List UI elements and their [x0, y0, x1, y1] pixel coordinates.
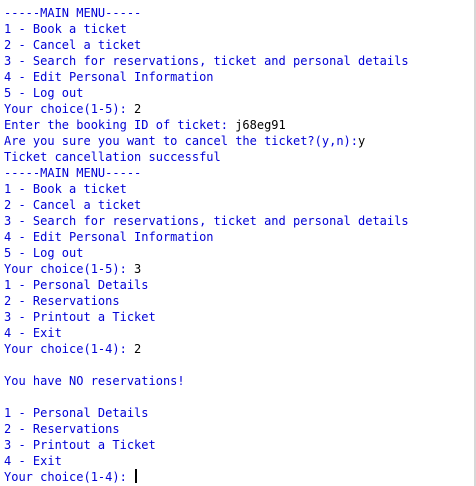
- console-text: -----MAIN MENU-----: [4, 166, 142, 180]
- console-output[interactable]: -----MAIN MENU----- 1 - Book a ticket 2 - …: [4, 5, 474, 485]
- console-text: You have NO reservations!: [4, 374, 185, 388]
- console-text: 4 - Exit: [4, 454, 62, 468]
- console-line: 1 - Personal Details: [4, 277, 474, 293]
- console-text: 4 - Edit Personal Information: [4, 230, 214, 244]
- console-text: 3 - Search for reservations, ticket and …: [4, 214, 409, 228]
- console-text: 4 - Edit Personal Information: [4, 70, 214, 84]
- user-input-text: 2: [134, 102, 142, 116]
- console-line: 4 - Exit: [4, 325, 474, 341]
- console-text: Your choice(1-4):: [4, 342, 135, 356]
- console-text: 3 - Search for reservations, ticket and …: [4, 54, 409, 68]
- console-line: Are you sure you want to cancel the tick…: [4, 133, 474, 149]
- console-line: 3 - Search for reservations, ticket and …: [4, 53, 474, 69]
- console-line: 2 - Cancel a ticket: [4, 197, 474, 213]
- console-line: 2 - Reservations: [4, 293, 474, 309]
- console-line: Enter the booking ID of ticket: j68eg91: [4, 117, 474, 133]
- console-line: 3 - Printout a Ticket: [4, 437, 474, 453]
- console-text: -----MAIN MENU-----: [4, 6, 142, 20]
- console-text: Ticket cancellation successful: [4, 150, 221, 164]
- console-line: Your choice(1-4): 2: [4, 341, 474, 357]
- console-text: 4 - Exit: [4, 326, 62, 340]
- console-text: 3 - Printout a Ticket: [4, 310, 156, 324]
- console-line: -----MAIN MENU-----: [4, 165, 474, 181]
- console-line: 5 - Log out: [4, 85, 474, 101]
- console-line: -----MAIN MENU-----: [4, 5, 474, 21]
- console-text: Your choice(1-4):: [4, 470, 135, 484]
- console-line: 4 - Edit Personal Information: [4, 69, 474, 85]
- console-text: Your choice(1-5):: [4, 102, 135, 116]
- console-text: Enter the booking ID of ticket:: [4, 118, 236, 132]
- console-text: 1 - Book a ticket: [4, 22, 127, 36]
- console-text: 2 - Cancel a ticket: [4, 198, 142, 212]
- console-line: You have NO reservations!: [4, 373, 474, 389]
- console-text: 2 - Reservations: [4, 294, 120, 308]
- user-input-text: y: [358, 134, 366, 148]
- console-line: Ticket cancellation successful: [4, 149, 474, 165]
- user-input-text: 3: [134, 262, 142, 276]
- console-text: 1 - Personal Details: [4, 278, 149, 292]
- console-line: 3 - Printout a Ticket: [4, 309, 474, 325]
- console-input-line[interactable]: Your choice(1-4):: [4, 469, 474, 485]
- console-text: 1 - Book a ticket: [4, 182, 127, 196]
- console-line: 4 - Exit: [4, 453, 474, 469]
- console-line: Your choice(1-5): 3: [4, 261, 474, 277]
- console-line: 4 - Edit Personal Information: [4, 229, 474, 245]
- console-line: 5 - Log out: [4, 245, 474, 261]
- console-text: 2 - Cancel a ticket: [4, 38, 142, 52]
- console-text: 2 - Reservations: [4, 422, 120, 436]
- console-line: 1 - Book a ticket: [4, 21, 474, 37]
- text-cursor[interactable]: [135, 469, 138, 483]
- console-line: 1 - Personal Details: [4, 405, 474, 421]
- user-input-text: j68eg91: [235, 118, 286, 132]
- console-text: Are you sure you want to cancel the tick…: [4, 134, 359, 148]
- console-line: 1 - Book a ticket: [4, 181, 474, 197]
- console-line: 2 - Cancel a ticket: [4, 37, 474, 53]
- console-text: 5 - Log out: [4, 246, 84, 260]
- console-text: Your choice(1-5):: [4, 262, 135, 276]
- console-text: 5 - Log out: [4, 86, 84, 100]
- console-text: 1 - Personal Details: [4, 406, 149, 420]
- console-line: 3 - Search for reservations, ticket and …: [4, 213, 474, 229]
- console-text: 3 - Printout a Ticket: [4, 438, 156, 452]
- user-input-text: 2: [134, 342, 142, 356]
- console-line: Your choice(1-5): 2: [4, 101, 474, 117]
- console-line: 2 - Reservations: [4, 421, 474, 437]
